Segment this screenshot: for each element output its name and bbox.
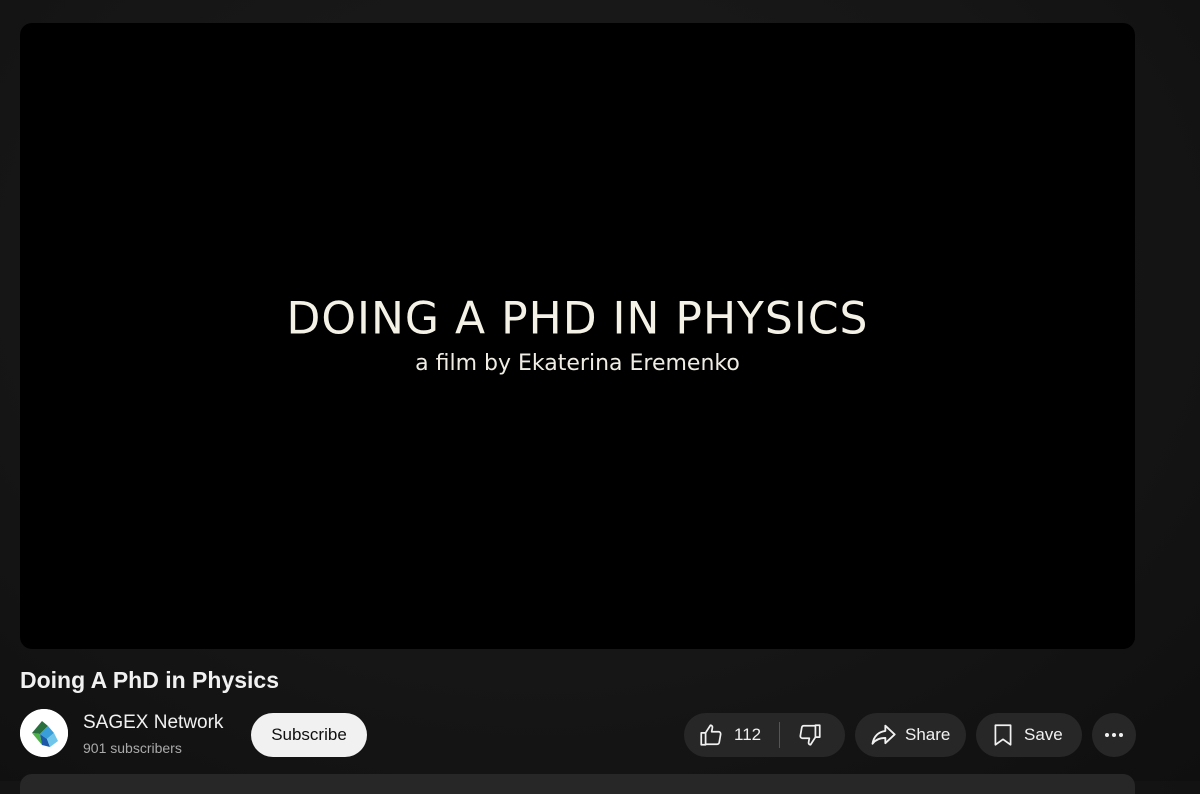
video-title: Doing A PhD in Physics bbox=[20, 667, 279, 693]
bookmark-icon bbox=[994, 724, 1012, 746]
subscribe-button[interactable]: Subscribe bbox=[251, 713, 367, 757]
channel-name[interactable]: SAGEX Network bbox=[83, 712, 223, 734]
video-player[interactable]: DOING A PHD IN PHYSICS a film by Ekateri… bbox=[20, 23, 1135, 649]
share-arrow-icon bbox=[871, 724, 896, 745]
more-horizontal-icon bbox=[1105, 733, 1123, 737]
subscriber-count: 901 subscribers bbox=[83, 740, 182, 756]
share-label: Share bbox=[905, 725, 951, 744]
save-button[interactable]: Save bbox=[976, 713, 1082, 757]
video-frame-subtitle: a film by Ekaterina Eremenko bbox=[415, 351, 740, 376]
more-actions-button[interactable] bbox=[1092, 713, 1136, 757]
thumbs-up-icon bbox=[700, 724, 722, 746]
channel-avatar[interactable] bbox=[20, 709, 68, 757]
share-button[interactable]: Share bbox=[855, 713, 966, 757]
like-button[interactable]: 112 bbox=[684, 713, 779, 757]
like-dislike-group: 112 bbox=[684, 713, 845, 757]
like-count: 112 bbox=[734, 725, 762, 744]
dislike-button[interactable] bbox=[780, 713, 840, 757]
sagex-logo-icon bbox=[20, 709, 68, 757]
video-frame-title: DOING A PHD IN PHYSICS bbox=[286, 292, 869, 345]
save-label: Save bbox=[1024, 725, 1063, 744]
thumbs-down-icon bbox=[799, 724, 821, 746]
description-box[interactable] bbox=[20, 774, 1135, 794]
